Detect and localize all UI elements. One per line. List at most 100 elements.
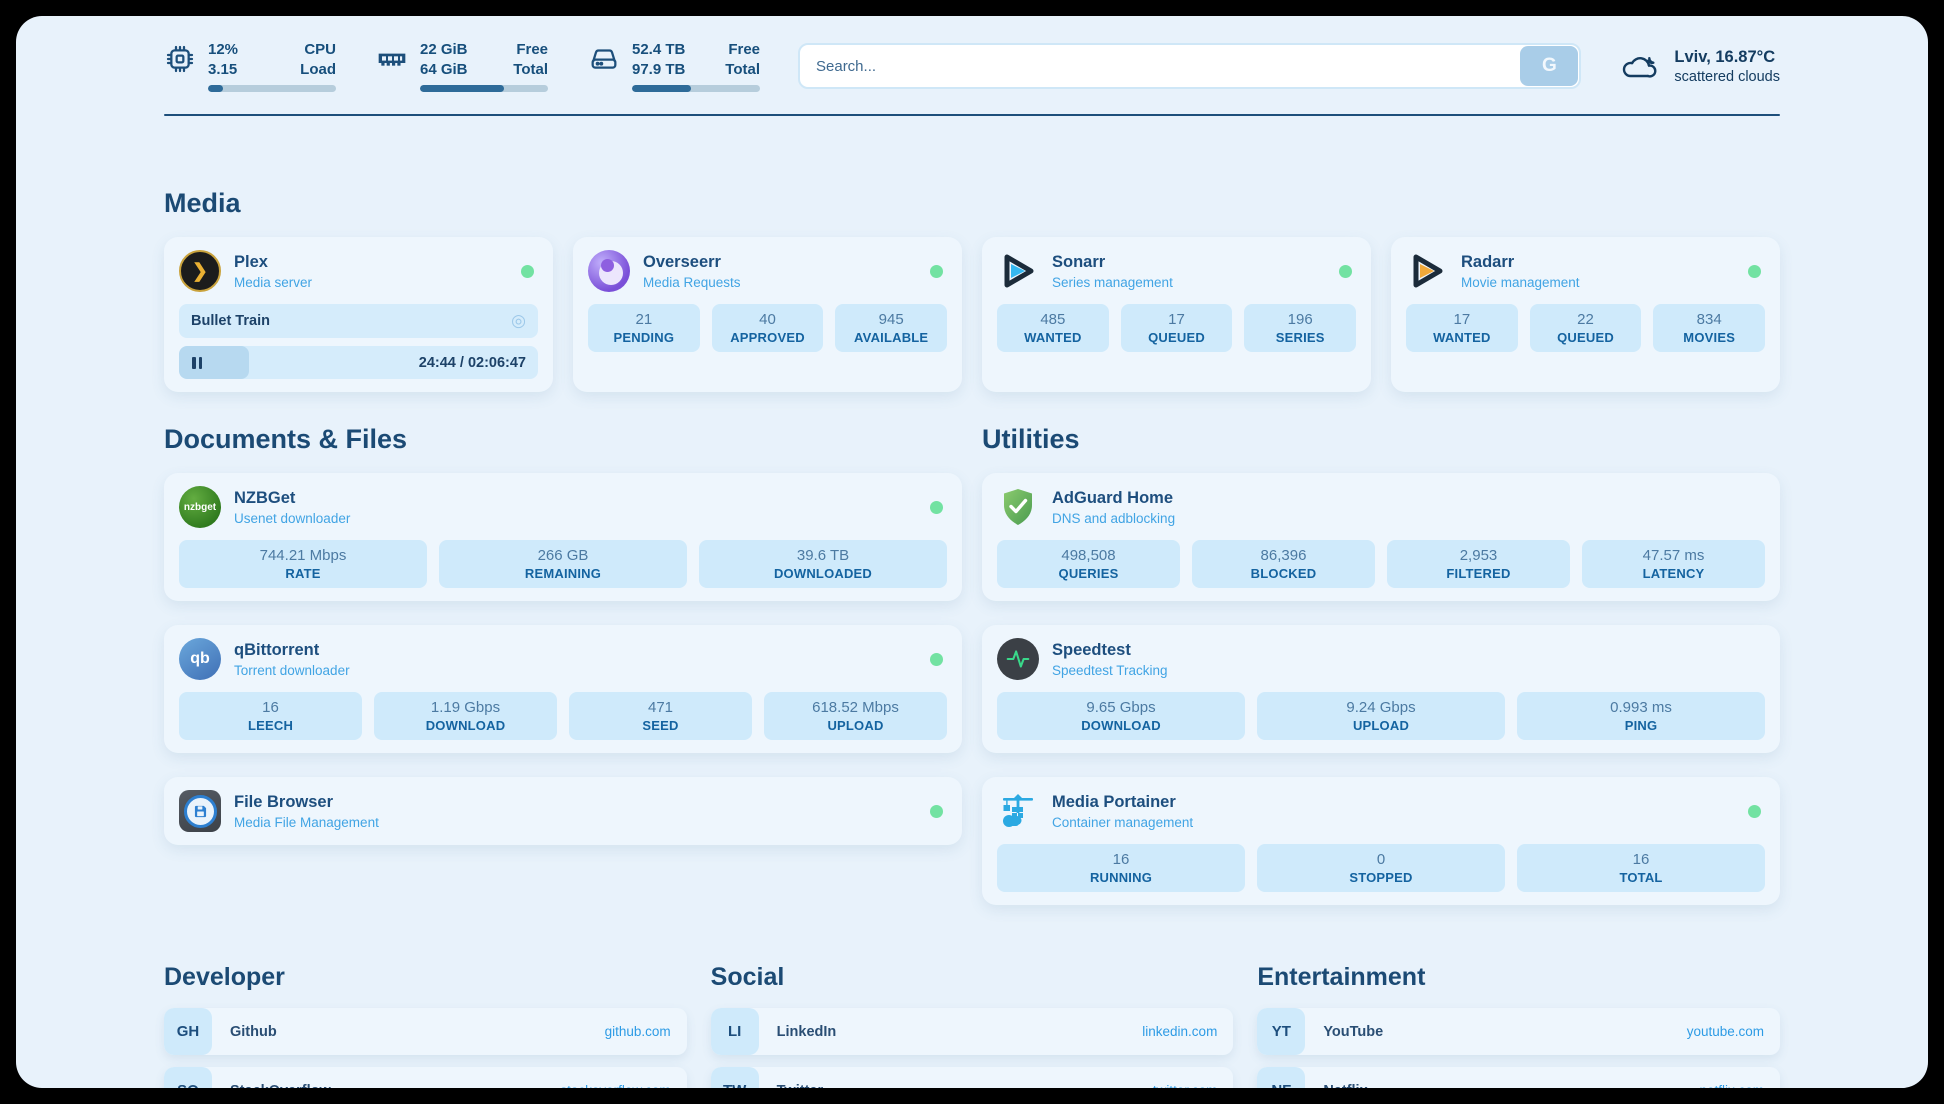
- status-dot: [930, 265, 943, 278]
- cloud-icon: [1619, 48, 1661, 84]
- stat-approved: 40 APPROVED: [712, 304, 824, 352]
- app-card-portainer[interactable]: Media Portainer Container management 16 …: [982, 777, 1780, 905]
- bookmark-name: Github: [230, 1024, 277, 1040]
- app-subtitle: Media Requests: [643, 275, 917, 290]
- stat-value: 618.52 Mbps: [768, 699, 943, 716]
- app-card-plex[interactable]: ❯ Plex Media server Bullet Train ◎ 24:44…: [164, 237, 553, 392]
- stat-value: 196: [1248, 311, 1352, 328]
- disk-total: 97.9 TB: [632, 60, 685, 80]
- bookmark-url: github.com: [605, 1024, 671, 1039]
- bookmark-url: netflix.com: [1699, 1083, 1764, 1088]
- stat-value: 47.57 ms: [1586, 547, 1761, 564]
- section-utilities: Utilities AdGuard Home: [982, 424, 1780, 905]
- bookmark-github[interactable]: GH Github github.com: [164, 1008, 687, 1055]
- header-divider: [164, 114, 1780, 116]
- stat-value: 485: [1001, 311, 1105, 328]
- stat-upload: 618.52 Mbps UPLOAD: [764, 692, 947, 740]
- app-card-filebrowser[interactable]: File Browser Media File Management: [164, 777, 962, 845]
- app-name: Radarr: [1461, 253, 1735, 272]
- stat-value: 0.993 ms: [1521, 699, 1761, 716]
- app-subtitle: Torrent downloader: [234, 663, 917, 678]
- stat-queued: 17 QUEUED: [1121, 304, 1233, 352]
- stat-label: QUEUED: [1125, 330, 1229, 345]
- app-card-radarr[interactable]: Radarr Movie management 17 WANTED 22 QUE…: [1391, 237, 1780, 392]
- cpu-label-1: CPU: [300, 40, 336, 60]
- stat-value: 834: [1657, 311, 1761, 328]
- stat-value: 86,396: [1196, 547, 1371, 564]
- app-card-nzbget[interactable]: nzbget NZBGet Usenet downloader 744.21 M…: [164, 473, 962, 601]
- search-input[interactable]: [798, 43, 1581, 89]
- bookmark-url: youtube.com: [1687, 1024, 1764, 1039]
- bookmark-name: LinkedIn: [777, 1024, 837, 1040]
- status-dot: [1339, 265, 1352, 278]
- stat-label: PENDING: [592, 330, 696, 345]
- stat-seed: 471 SEED: [569, 692, 752, 740]
- stat-label: REMAINING: [443, 566, 683, 581]
- google-search-button[interactable]: G: [1520, 46, 1578, 86]
- stat-downloaded: 39.6 TB DOWNLOADED: [699, 540, 947, 588]
- stat-value: 1.19 Gbps: [378, 699, 553, 716]
- filebrowser-icon: [179, 790, 221, 832]
- stat-label: DOWNLOAD: [378, 718, 553, 733]
- stat-label: APPROVED: [716, 330, 820, 345]
- app-card-overseerr[interactable]: Overseerr Media Requests 21 PENDING 40 A…: [573, 237, 962, 392]
- weather-condition: scattered clouds: [1674, 69, 1780, 85]
- bookmark-url: stackoverflow.com: [560, 1083, 670, 1088]
- stat-label: STOPPED: [1261, 870, 1501, 885]
- app-name: Sonarr: [1052, 253, 1326, 272]
- stat-value: 39.6 TB: [703, 547, 943, 564]
- bookmark-netflix[interactable]: NF Netflix netflix.com: [1257, 1067, 1780, 1088]
- stat-label: TOTAL: [1521, 870, 1761, 885]
- bookmark-linkedin[interactable]: LI LinkedIn linkedin.com: [711, 1008, 1234, 1055]
- app-subtitle: Media server: [234, 275, 508, 290]
- top-bar: 12% 3.15 CPU Load: [164, 40, 1780, 92]
- bookmark-badge: NF: [1257, 1067, 1305, 1088]
- dashboard: 12% 3.15 CPU Load: [16, 16, 1928, 1088]
- bookmark-badge: GH: [164, 1008, 212, 1055]
- disk-label-1: Free: [725, 40, 760, 60]
- bookmark-badge: TW: [711, 1067, 759, 1088]
- app-name: File Browser: [234, 793, 917, 812]
- stat-value: 16: [1521, 851, 1761, 868]
- cpu-percent: 12%: [208, 40, 238, 60]
- stat-value: 16: [183, 699, 358, 716]
- section-media: Media ❯ Plex Media server Bullet Train ◎: [164, 188, 1780, 392]
- status-dot: [521, 265, 534, 278]
- app-subtitle: Container management: [1052, 815, 1735, 830]
- bookmark-url: linkedin.com: [1142, 1024, 1217, 1039]
- app-card-adguard[interactable]: AdGuard Home DNS and adblocking 498,508 …: [982, 473, 1780, 601]
- stat-value: 40: [716, 311, 820, 328]
- stat-label: UPLOAD: [768, 718, 943, 733]
- bookmark-stackoverflow[interactable]: SO StackOverflow stackoverflow.com: [164, 1067, 687, 1088]
- app-subtitle: Series management: [1052, 275, 1326, 290]
- weather-widget[interactable]: Lviv, 16.87°C scattered clouds: [1619, 48, 1780, 85]
- overseerr-icon: [588, 250, 630, 292]
- qbittorrent-icon: qb: [179, 638, 221, 680]
- app-card-speedtest[interactable]: Speedtest Speedtest Tracking 9.65 Gbps D…: [982, 625, 1780, 753]
- bookmark-twitter[interactable]: TW Twitter twitter.com: [711, 1067, 1234, 1088]
- disk-free: 52.4 TB: [632, 40, 685, 60]
- bookmark-youtube[interactable]: YT YouTube youtube.com: [1257, 1008, 1780, 1055]
- app-card-sonarr[interactable]: Sonarr Series management 485 WANTED 17 Q…: [982, 237, 1371, 392]
- cpu-stat: 12% 3.15 CPU Load: [164, 40, 336, 92]
- bookmark-group-social: Social LI LinkedIn linkedin.com TW Twitt…: [711, 963, 1234, 1088]
- camera-lens-icon: ◎: [511, 311, 526, 331]
- stat-value: 266 GB: [443, 547, 683, 564]
- stat-wanted: 485 WANTED: [997, 304, 1109, 352]
- stat-label: UPLOAD: [1261, 718, 1501, 733]
- stat-label: LATENCY: [1586, 566, 1761, 581]
- ram-label-1: Free: [513, 40, 548, 60]
- app-card-qbittorrent[interactable]: qb qBittorrent Torrent downloader 16 LEE…: [164, 625, 962, 753]
- disk-stat: 52.4 TB 97.9 TB Free Total: [588, 40, 760, 92]
- bookmark-group-title: Social: [711, 963, 1234, 992]
- stat-leech: 16 LEECH: [179, 692, 362, 740]
- app-name: Overseerr: [643, 253, 917, 272]
- stat-label: DOWNLOAD: [1001, 718, 1241, 733]
- stat-filtered: 2,953 FILTERED: [1387, 540, 1570, 588]
- bookmark-badge: YT: [1257, 1008, 1305, 1055]
- stat-upload: 9.24 Gbps UPLOAD: [1257, 692, 1505, 740]
- app-name: Plex: [234, 253, 508, 272]
- disk-label-2: Total: [725, 60, 760, 80]
- app-subtitle: Movie management: [1461, 275, 1735, 290]
- bookmark-name: Twitter: [777, 1083, 823, 1089]
